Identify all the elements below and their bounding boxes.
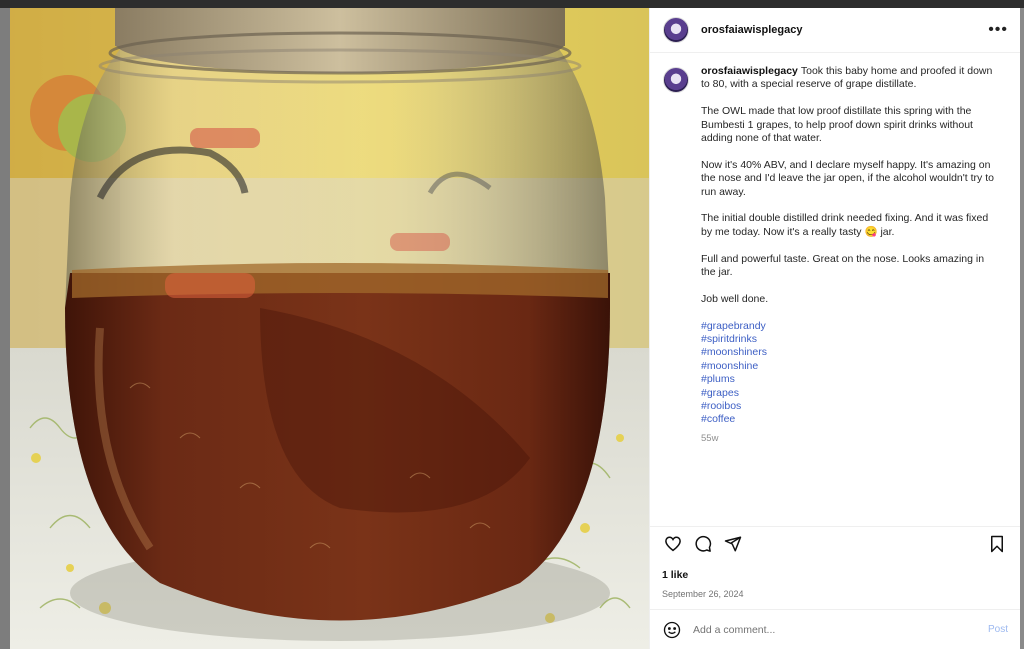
author-avatar[interactable] xyxy=(663,17,689,43)
send-icon[interactable] xyxy=(722,533,744,555)
caption: orosfaiawisplegacy Took this baby home an… xyxy=(663,65,1006,445)
post-comment-button[interactable]: Post xyxy=(988,624,1008,635)
caption-paragraph: Full and powerful taste. Great on the no… xyxy=(701,252,985,279)
jar-photo-illustration xyxy=(10,8,649,649)
smiley-icon[interactable] xyxy=(662,620,682,640)
caption-paragraph: Now it's 40% ABV, and I declare myself h… xyxy=(701,158,994,198)
caption-username[interactable]: orosfaiawisplegacy xyxy=(701,65,798,77)
action-bar xyxy=(650,526,1020,561)
post-photo xyxy=(10,8,649,649)
caption-paragraph: The initial double distilled drink neede… xyxy=(701,212,989,238)
like-count[interactable]: 1 like xyxy=(650,561,1020,581)
bookmark-icon[interactable] xyxy=(986,533,1008,555)
hashtag-link[interactable]: #grapebrandy xyxy=(701,320,1001,333)
add-comment-bar: Post xyxy=(650,609,1020,649)
comment-input[interactable] xyxy=(691,622,988,637)
post-age[interactable]: 55w xyxy=(701,432,1001,445)
hashtag-link[interactable]: #moonshine xyxy=(701,360,1001,373)
hashtag-link[interactable]: #spiritdrinks xyxy=(701,333,1001,346)
caption-paragraph: The OWL made that low proof distillate t… xyxy=(701,105,973,145)
post-modal: orosfaiawisplegacy ••• orosfaiawisplegac… xyxy=(10,8,1020,649)
backdrop-right-edge xyxy=(1020,8,1024,649)
hashtag-link[interactable]: #plums xyxy=(701,373,1001,386)
hashtag-link[interactable]: #rooibos xyxy=(701,400,1001,413)
caption-body: orosfaiawisplegacy Took this baby home an… xyxy=(701,65,1001,445)
post-details-panel: orosfaiawisplegacy ••• orosfaiawisplegac… xyxy=(649,8,1020,649)
caption-paragraph: Job well done. xyxy=(701,292,769,305)
author-username[interactable]: orosfaiawisplegacy xyxy=(701,24,988,36)
hashtag-link[interactable]: #grapes xyxy=(701,387,1001,400)
more-horizontal-icon[interactable]: ••• xyxy=(988,21,1008,39)
comments-section: orosfaiawisplegacy Took this baby home an… xyxy=(650,53,1020,526)
post-header: orosfaiawisplegacy ••• xyxy=(650,8,1020,53)
hashtag-link[interactable]: #coffee xyxy=(701,413,1001,426)
heart-icon[interactable] xyxy=(662,533,684,555)
backdrop-top-strip xyxy=(0,0,1024,8)
hashtag-list: #grapebrandy #spiritdrinks #moonshiners … xyxy=(701,320,1001,427)
backdrop-left-edge xyxy=(0,8,10,649)
caption-author-avatar[interactable] xyxy=(663,67,689,93)
caption-first-paragraph: orosfaiawisplegacy Took this baby home an… xyxy=(701,65,1001,92)
comment-icon[interactable] xyxy=(692,533,714,555)
hashtag-link[interactable]: #moonshiners xyxy=(701,346,1001,359)
post-date: September 26, 2024 xyxy=(662,589,744,599)
